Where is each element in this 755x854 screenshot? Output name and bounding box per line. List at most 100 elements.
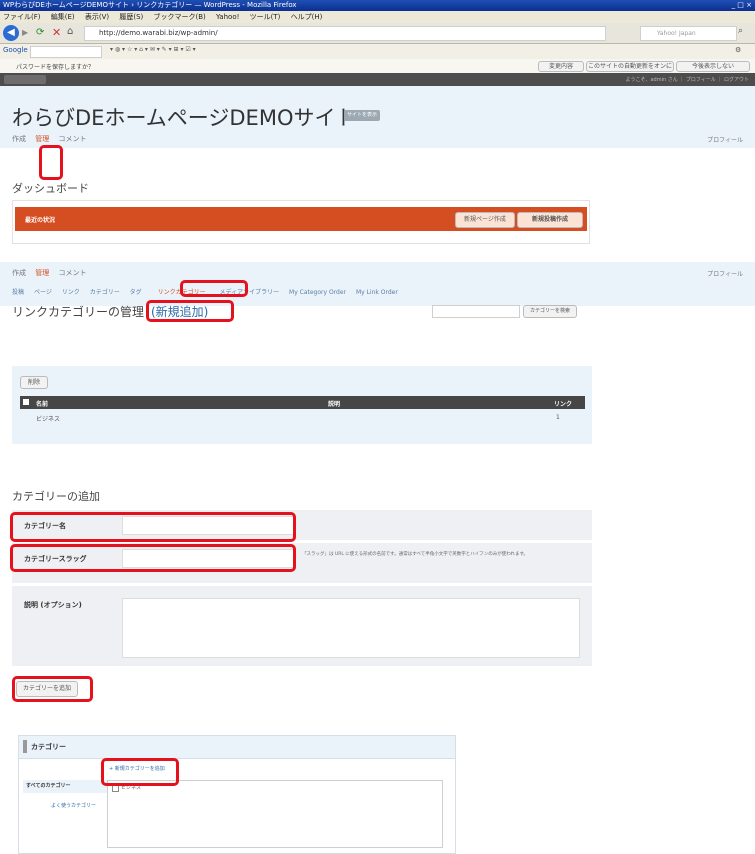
row-count: 1	[556, 414, 560, 421]
highlight-add-category-button	[12, 676, 93, 702]
link-category-table-area: 削除 名前 説明 リンク ビジネス 1	[12, 366, 592, 444]
stop-icon[interactable]: ✕	[52, 26, 61, 39]
notify-button-3-label: 今後表示しない	[691, 63, 734, 70]
link-category-heading-text: リンクカテゴリーの管理	[12, 305, 145, 319]
highlight-add-new-category	[101, 758, 179, 786]
notify-button-2[interactable]: このサイトの自動更新をオンにする	[586, 61, 674, 72]
header-checkbox[interactable]	[23, 399, 29, 405]
new-post-button[interactable]: 新規投稿作成	[517, 212, 583, 228]
category-checkbox[interactable]	[112, 785, 119, 792]
nav-write[interactable]: 作成	[12, 135, 26, 143]
search-box[interactable]: Yahoo! Japan	[640, 26, 737, 41]
notify-button-3[interactable]: 今後表示しない	[676, 61, 750, 72]
tab-popular-categories[interactable]: よく使うカテゴリー	[51, 802, 96, 809]
subnav-categories[interactable]: カテゴリー	[90, 289, 120, 296]
howdy-text: ようこそ、admin さん ｜ プロフィール ｜ ログアウト	[625, 77, 749, 83]
google-label: Google	[3, 46, 28, 54]
google-search-input[interactable]	[30, 46, 102, 58]
add-new-link[interactable]: (新規追加)	[151, 303, 208, 320]
subnav-tags[interactable]: タグ	[130, 289, 142, 296]
forward-button[interactable]: ▶	[22, 28, 32, 38]
bookmark-text-0: パスワードを保存しますか？	[16, 64, 95, 71]
nav-manage[interactable]: 管理	[35, 135, 49, 143]
drag-handle-icon[interactable]	[23, 740, 27, 753]
menu-item-file[interactable]: ファイル(F)	[3, 13, 41, 21]
admin-bar-tab[interactable]	[4, 75, 46, 84]
search-placeholder: Yahoo! Japan	[657, 30, 696, 37]
category-box: カテゴリー + 新規カテゴリーを追加 すべてのカテゴリー よく使うカテゴリー ビ…	[18, 735, 456, 854]
dashboard-heading: ダッシュボード	[12, 182, 89, 195]
notification-bar: パスワードを保存しますか？ 変更内容 このサイトの自動更新をオンにする 今後表示…	[0, 59, 755, 74]
menu-item-bookmarks[interactable]: ブックマーク(B)	[154, 13, 206, 21]
search-categories-button[interactable]: カテゴリーを検索	[523, 305, 577, 318]
visit-site-label: サイトを表示	[346, 112, 377, 118]
new-page-label: 新規ページ作成	[464, 216, 506, 223]
home-icon[interactable]: ⌂	[67, 26, 73, 37]
dashboard-box: 最近の状況 新規ページ作成 新規投稿作成	[12, 200, 590, 244]
panel1-nav: 作成 管理 コメント	[12, 134, 93, 144]
highlight-link-categories	[180, 280, 248, 297]
menu-item-yahoo[interactable]: Yahoo!	[216, 13, 239, 21]
category-box-title: カテゴリー	[31, 743, 66, 751]
profile-link[interactable]: プロフィール	[707, 135, 743, 144]
visit-site-badge[interactable]: サイトを表示	[344, 110, 380, 121]
highlight-category-name	[10, 512, 296, 542]
category-checklist: ビジネス	[107, 780, 443, 848]
wp-admin-bar: ようこそ、admin さん ｜ プロフィール ｜ ログアウト	[0, 73, 755, 86]
subnav-pages[interactable]: ページ	[34, 289, 52, 296]
browser-navigation-bar: ◀ ▶ ⟳ ✕ ⌂ http://demo.warabi.biz/wp-admi…	[0, 23, 755, 44]
search-icon[interactable]: ⌕	[738, 26, 743, 36]
menu-item-tools[interactable]: ツール(T)	[250, 13, 281, 21]
tab-all-categories[interactable]: すべてのカテゴリー	[23, 780, 107, 793]
address-bar[interactable]: http://demo.warabi.biz/wp-admin/	[84, 26, 606, 41]
new-post-label: 新規投稿作成	[531, 216, 568, 223]
toolbar-icons[interactable]: ▾ ◍ ▾ ☆ ▾ ⌂ ▾ ✉ ▾ ✎ ▾ ⊞ ▾ ☑ ▾	[110, 46, 530, 56]
notify-button-1[interactable]: 変更内容	[538, 61, 584, 72]
panel2-nav: 作成 管理 コメント	[12, 268, 93, 278]
menu-item-edit[interactable]: 編集(E)	[51, 13, 75, 21]
notify-button-1-label: 変更内容	[548, 63, 573, 70]
panel2-nav-bg: 作成 管理 コメント プロフィール 投稿 ページ リンク カテゴリー タグ リン…	[0, 262, 755, 306]
address-url: http://demo.warabi.biz/wp-admin/	[99, 29, 218, 37]
panel2-nav-manage[interactable]: 管理	[35, 269, 49, 277]
header-name[interactable]: 名前	[36, 399, 48, 408]
tab-all-label: すべてのカテゴリー	[26, 783, 71, 789]
subnav-links[interactable]: リンク	[62, 289, 80, 296]
subnav-posts[interactable]: 投稿	[12, 289, 24, 296]
link-category-heading: リンクカテゴリーの管理	[12, 303, 144, 320]
table-row: ビジネス 1	[20, 410, 585, 424]
nav-comments[interactable]: コメント	[58, 135, 86, 143]
reload-icon[interactable]: ⟳	[36, 27, 44, 38]
panel2-profile-link[interactable]: プロフィール	[707, 269, 743, 278]
add-category-heading: カテゴリーの追加	[12, 490, 100, 503]
header-links[interactable]: リンク	[554, 399, 572, 408]
menu-item-history[interactable]: 履歴(S)	[119, 13, 143, 21]
header-description[interactable]: 説明	[328, 399, 340, 408]
highlight-manage	[39, 145, 63, 180]
category-description-textarea[interactable]	[122, 598, 580, 658]
browser-title-bar: WPわらびDEホームページDEMOサイト › リンクカテゴリー — WordPr…	[0, 0, 755, 11]
window-title: WPわらびDEホームページDEMOサイト › リンクカテゴリー — WordPr…	[3, 1, 297, 9]
panel2-nav-write[interactable]: 作成	[12, 269, 26, 277]
subnav-my-link-order[interactable]: My Link Order	[356, 289, 398, 296]
window-controls[interactable]: _ □ ×	[732, 0, 752, 11]
dashboard-orange-bar: 最近の状況 新規ページ作成 新規投稿作成	[15, 207, 587, 231]
notify-button-2-label: このサイトの自動更新をオンにする	[587, 63, 672, 70]
category-search-input[interactable]	[432, 305, 520, 318]
subnav-my-category-order[interactable]: My Category Order	[289, 289, 346, 296]
panel2-nav-comments[interactable]: コメント	[58, 269, 86, 277]
category-description-row: 説明 (オプション)	[12, 586, 592, 666]
category-description-label: 説明 (オプション)	[24, 601, 82, 609]
table-header: 名前 説明 リンク	[20, 396, 585, 409]
google-options-icon[interactable]: ⚙	[735, 46, 741, 54]
menu-item-help[interactable]: ヘルプ(H)	[291, 13, 323, 21]
delete-button[interactable]: 削除	[20, 376, 48, 389]
site-title[interactable]: わらびDEホームページDEMOサイト	[12, 102, 356, 132]
browser-menu-bar: ファイル(F) 編集(E) 表示(V) 履歴(S) ブックマーク(B) Yaho…	[0, 11, 755, 23]
new-page-button[interactable]: 新規ページ作成	[455, 212, 515, 228]
google-toolbar: Google ▾ ◍ ▾ ☆ ▾ ⌂ ▾ ✉ ▾ ✎ ▾ ⊞ ▾ ☑ ▾ ⚙	[0, 44, 755, 60]
row-name[interactable]: ビジネス	[36, 414, 60, 423]
delete-label: 削除	[27, 379, 40, 386]
back-button[interactable]: ◀	[3, 25, 19, 41]
menu-item-view[interactable]: 表示(V)	[85, 13, 109, 21]
